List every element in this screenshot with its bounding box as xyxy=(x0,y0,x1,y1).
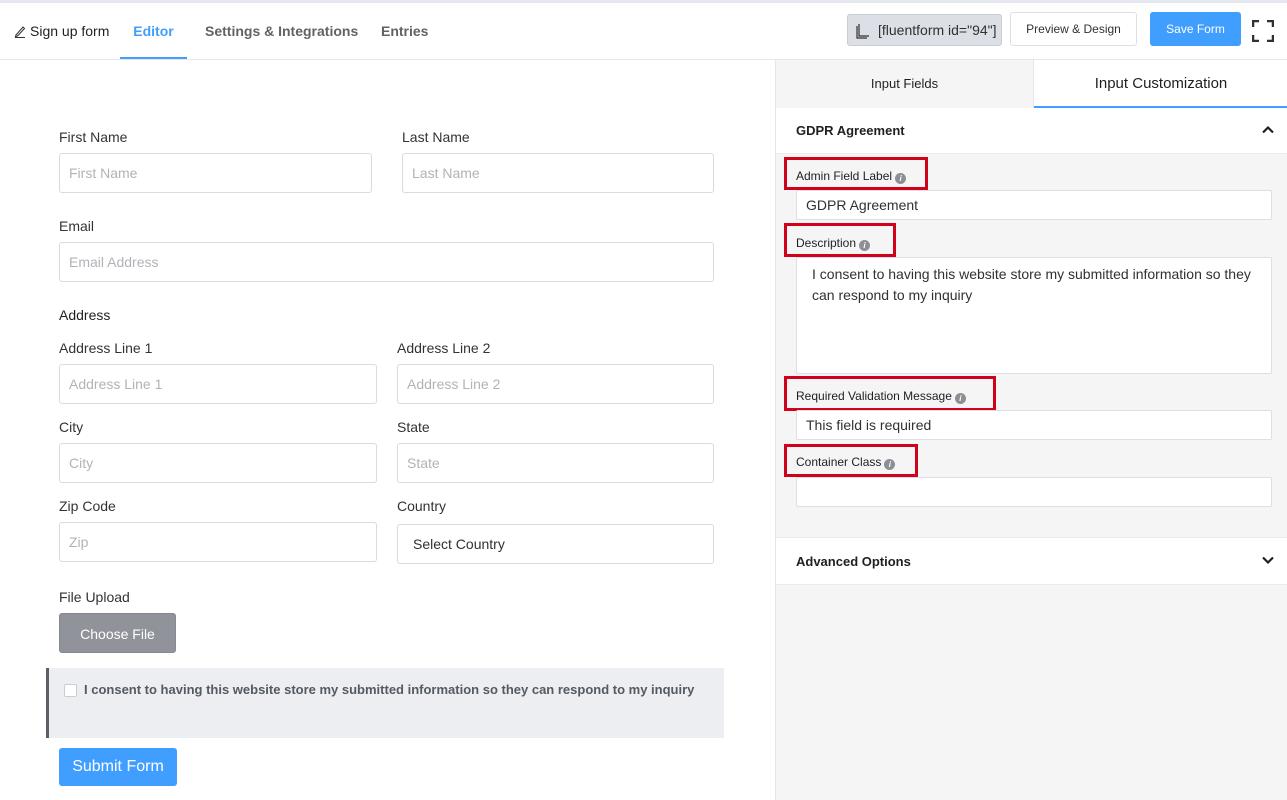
tab-input-customization[interactable]: Input Customization xyxy=(1034,60,1287,108)
preview-design-button[interactable]: Preview & Design xyxy=(1010,12,1137,46)
gdpr-checkbox[interactable] xyxy=(64,684,77,697)
copy-icon xyxy=(856,24,869,39)
tab-input-fields[interactable]: Input Fields xyxy=(776,60,1034,108)
address-line1-label: Address Line 1 xyxy=(59,340,153,356)
city-input[interactable]: City xyxy=(59,443,377,483)
last-name-label: Last Name xyxy=(402,129,470,145)
top-bar: Sign up form Editor Settings & Integrati… xyxy=(0,0,1287,60)
file-upload-label: File Upload xyxy=(59,589,130,605)
info-icon: i xyxy=(895,173,907,184)
last-name-input[interactable]: Last Name xyxy=(402,153,714,193)
zip-input[interactable]: Zip xyxy=(59,522,377,562)
email-label: Email xyxy=(59,218,95,234)
form-editor-canvas: First Name First Name Last Name Last Nam… xyxy=(0,60,775,800)
city-label: City xyxy=(59,419,84,435)
shortcode-copy-button[interactable]: [fluentform id="94"] xyxy=(847,14,1002,46)
admin-field-label-label: Admin Field Label i xyxy=(796,169,907,184)
first-name-label: First Name xyxy=(59,129,128,145)
tab-editor[interactable]: Editor xyxy=(120,3,187,59)
settings-panel: Input Fields Input Customization GDPR Ag… xyxy=(775,60,1287,800)
zip-label: Zip Code xyxy=(59,498,116,514)
advanced-options-header[interactable]: Advanced Options xyxy=(776,537,1287,585)
chevron-up-icon xyxy=(1262,125,1274,134)
chevron-down-icon xyxy=(1262,556,1274,565)
required-validation-label: Required Validation Message i xyxy=(796,389,966,404)
pencil-icon xyxy=(14,26,26,38)
container-class-label: Container Class i xyxy=(796,455,896,470)
address-heading: Address xyxy=(59,307,111,323)
shortcode-text: [fluentform id="94"] xyxy=(878,22,997,38)
advanced-options-title: Advanced Options xyxy=(796,554,911,569)
tab-entries[interactable]: Entries xyxy=(381,3,428,59)
fullscreen-icon[interactable] xyxy=(1252,20,1274,42)
choose-file-button[interactable]: Choose File xyxy=(59,613,176,653)
gdpr-section-header[interactable]: GDPR Agreement xyxy=(776,108,1287,154)
admin-field-label-input[interactable]: GDPR Agreement xyxy=(796,190,1272,220)
description-label: Description i xyxy=(796,236,871,251)
email-input[interactable]: Email Address xyxy=(59,242,714,282)
form-title[interactable]: Sign up form xyxy=(14,3,109,59)
form-title-text: Sign up form xyxy=(30,23,110,39)
info-icon: i xyxy=(884,459,896,470)
first-name-input[interactable]: First Name xyxy=(59,153,372,193)
address-line1-input[interactable]: Address Line 1 xyxy=(59,364,377,404)
address-line2-label: Address Line 2 xyxy=(397,340,491,356)
address-line2-input[interactable]: Address Line 2 xyxy=(397,364,714,404)
state-label: State xyxy=(397,419,430,435)
tab-settings-integrations[interactable]: Settings & Integrations xyxy=(205,3,358,59)
panel-tabs: Input Fields Input Customization xyxy=(776,60,1287,108)
gdpr-consent-text: I consent to having this website store m… xyxy=(84,682,695,697)
save-form-button[interactable]: Save Form xyxy=(1150,12,1241,46)
country-label: Country xyxy=(397,498,447,514)
section-title: GDPR Agreement xyxy=(796,123,905,138)
container-class-input[interactable] xyxy=(796,477,1272,507)
info-icon: i xyxy=(954,393,966,404)
required-validation-input[interactable]: This field is required xyxy=(796,410,1272,440)
info-icon: i xyxy=(859,240,871,251)
gdpr-agreement-field[interactable]: I consent to having this website store m… xyxy=(46,668,724,738)
country-select[interactable]: Select Country xyxy=(397,524,714,564)
description-textarea[interactable]: I consent to having this website store m… xyxy=(796,257,1272,374)
state-input[interactable]: State xyxy=(397,443,714,483)
submit-form-button[interactable]: Submit Form xyxy=(59,748,177,786)
